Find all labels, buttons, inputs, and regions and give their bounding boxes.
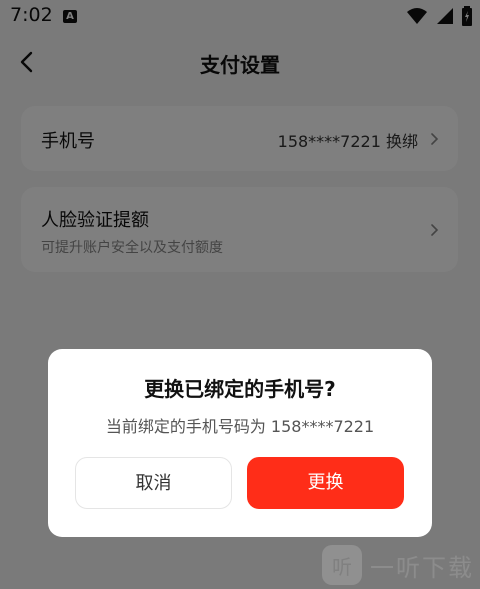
change-button[interactable]: 更换 bbox=[247, 457, 404, 509]
change-phone-dialog: 更换已绑定的手机号? 当前绑定的手机号码为 158****7221 取消 更换 bbox=[48, 349, 432, 537]
watermark-text: 一听下载 bbox=[370, 553, 474, 582]
cancel-button[interactable]: 取消 bbox=[75, 457, 232, 509]
dialog-title: 更换已绑定的手机号? bbox=[144, 377, 336, 401]
watermark-logo-icon: 听 bbox=[322, 545, 362, 585]
watermark: 听 一听下载 bbox=[322, 545, 474, 585]
dialog-message: 当前绑定的手机号码为 158****7221 bbox=[105, 417, 375, 436]
